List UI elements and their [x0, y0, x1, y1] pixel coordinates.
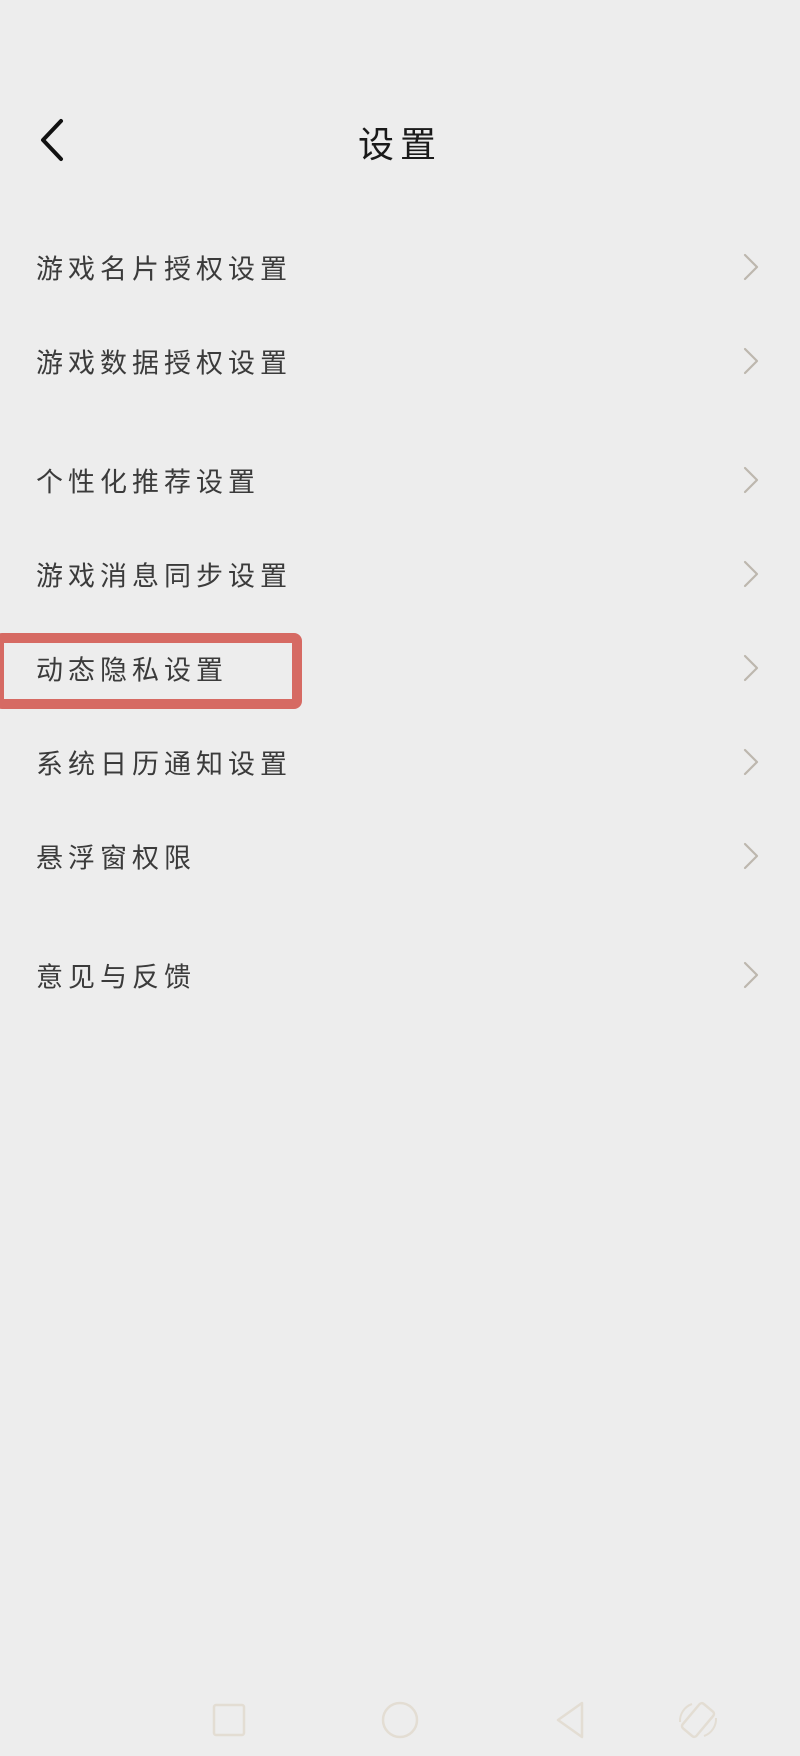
chevron-right-icon [743, 842, 759, 870]
chevron-right-icon [743, 654, 759, 682]
settings-page: 设置 游戏名片授权设置 游戏数据授权设置 个性化推荐设置 游戏消息同步设置 动态… [0, 0, 800, 1756]
back-triangle-icon[interactable] [549, 1698, 593, 1742]
chevron-right-icon [743, 961, 759, 989]
settings-item-feedback[interactable]: 意见与反馈 [0, 935, 800, 1015]
settings-item-personalized-recommendation[interactable]: 个性化推荐设置 [0, 440, 800, 520]
home-icon[interactable] [378, 1698, 422, 1742]
settings-item-label: 个性化推荐设置 [36, 467, 260, 499]
chevron-right-icon [743, 748, 759, 776]
chevron-right-icon [743, 253, 759, 281]
chevron-right-icon [743, 560, 759, 588]
header: 设置 [0, 96, 800, 186]
settings-item-label: 系统日历通知设置 [36, 749, 292, 781]
settings-item-calendar-notification[interactable]: 系统日历通知设置 [0, 722, 800, 802]
recent-apps-icon[interactable] [207, 1698, 251, 1742]
settings-item-floating-window-permission[interactable]: 悬浮窗权限 [0, 816, 800, 896]
settings-item-activity-privacy[interactable]: 动态隐私设置 [0, 628, 800, 708]
page-title: 设置 [357, 125, 442, 166]
rotate-icon[interactable] [676, 1698, 720, 1742]
system-nav-bar [0, 1676, 800, 1756]
settings-item-game-message-sync[interactable]: 游戏消息同步设置 [0, 534, 800, 614]
settings-item-game-data-auth[interactable]: 游戏数据授权设置 [0, 321, 800, 401]
settings-item-label: 悬浮窗权限 [36, 843, 196, 875]
chevron-right-icon [743, 466, 759, 494]
settings-item-game-card-auth[interactable]: 游戏名片授权设置 [0, 227, 800, 307]
settings-item-label: 动态隐私设置 [36, 655, 228, 687]
settings-item-label: 游戏名片授权设置 [36, 254, 292, 286]
settings-item-label: 游戏数据授权设置 [36, 348, 292, 380]
chevron-right-icon [743, 347, 759, 375]
settings-item-label: 意见与反馈 [36, 962, 196, 994]
settings-item-label: 游戏消息同步设置 [36, 561, 292, 593]
